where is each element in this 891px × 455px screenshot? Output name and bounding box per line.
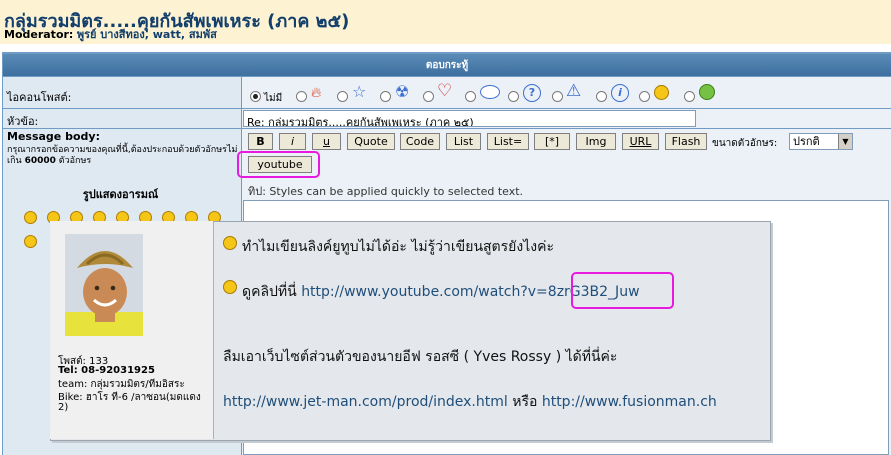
font-size-select[interactable]: ปรกติ ▼ <box>789 133 853 150</box>
avatar-image <box>65 234 143 336</box>
warning-icon: ⚠︎ <box>566 81 582 101</box>
author-tel: Tel: 08-92031925 <box>58 365 155 376</box>
fusionman-link[interactable]: http://www.fusionman.ch <box>542 394 717 410</box>
icon-radio-thought[interactable] <box>465 91 476 102</box>
flash-button[interactable]: Flash <box>665 133 707 150</box>
author-bike-cont: 2) <box>58 402 69 413</box>
body-hint-number: 60000 <box>24 156 56 166</box>
italic-button[interactable]: i <box>279 133 306 150</box>
list-button[interactable]: List <box>446 133 481 150</box>
avatar[interactable] <box>65 234 143 336</box>
icon-radio-none[interactable] <box>250 91 261 102</box>
video-id-highlight <box>571 272 674 309</box>
table-header-title: ตอบกระทู้ <box>425 60 469 71</box>
icon-label: ไอคอนโพสต์: <box>7 91 72 104</box>
icon-radio-heart[interactable] <box>423 91 434 102</box>
radioactive-icon: ☢ <box>395 82 410 101</box>
smiley-icon[interactable] <box>24 235 37 248</box>
icon-radio-info[interactable] <box>596 91 607 102</box>
thought-bubble-icon <box>480 85 500 99</box>
code-button[interactable]: Code <box>400 133 440 150</box>
message-line-1: ทำไมเขียนลิงค์ยูทูบไม่ได้อ่ะ ไม่รู้ว่าเข… <box>242 239 554 255</box>
info-icon: i <box>611 84 629 102</box>
jetman-link[interactable]: http://www.jet-man.com/prod/index.html <box>223 394 508 410</box>
heart-icon: ♡ <box>437 81 453 101</box>
icon-radio-flame[interactable] <box>296 91 307 102</box>
body-label: Message body: <box>7 130 100 143</box>
smileys-label: รูปแสดงอารมณ์ <box>82 188 159 201</box>
font-size-label: ขนาดตัวอักษร: <box>712 138 778 149</box>
wink-icon <box>654 85 669 100</box>
chevron-down-icon[interactable]: ▼ <box>838 134 852 149</box>
smiley-icon[interactable] <box>24 211 37 224</box>
youtube-highlight <box>237 151 320 178</box>
message-line-4: http://www.jet-man.com/prod/index.html ห… <box>223 391 717 413</box>
list-ordered-button[interactable]: List= <box>487 133 529 150</box>
icon-none-label: ไม่มี <box>264 93 283 104</box>
url-button[interactable]: URL <box>622 133 659 150</box>
star-icon: ☆ <box>352 82 367 101</box>
youtube-link[interactable]: http://www.youtube.com/watch?v= <box>301 284 548 300</box>
underline-button[interactable]: u <box>312 133 341 150</box>
quote-button[interactable]: Quote <box>347 133 395 150</box>
flame-icon: 🔥︎ <box>311 85 322 101</box>
subject-label-cell <box>3 109 241 128</box>
bold-button[interactable]: B <box>248 133 273 150</box>
icon-radio-laugh[interactable] <box>684 91 695 102</box>
question-icon: ? <box>523 84 541 102</box>
img-button[interactable]: Img <box>576 133 616 150</box>
smiley-icon <box>223 236 237 250</box>
moderator-label: Moderator: <box>4 28 74 41</box>
message-line-3: ลืมเอาเว็บไซต์ส่วนตัวของนายอีฟ รอสซี ( Y… <box>223 349 618 365</box>
wink-icon <box>223 280 237 294</box>
body-hint-suffix: ตัวอักษร <box>58 156 92 166</box>
icon-radio-star[interactable] <box>337 91 348 102</box>
icon-radio-wink[interactable] <box>639 91 650 102</box>
moderator-line: Moderator: พูรย์ บางสีทอง, watt, สมพัส <box>4 25 217 43</box>
font-size-value: ปรกติ <box>793 135 820 148</box>
icon-radio-warning[interactable] <box>552 91 563 102</box>
subject-label: หัวข้อ: <box>7 115 39 128</box>
author-bike: Bike: ฮาโร ที-6 /ลาซอน(มดแดง <box>58 392 201 403</box>
body-hint: กรุณากรอกข้อความของคุณที่นี้,ต้องประกอบด… <box>7 145 239 167</box>
or-text: หรือ <box>512 394 538 410</box>
tip-text: ทิป: Styles can be applied quickly to se… <box>248 185 524 198</box>
moderator-names[interactable]: พูรย์ บางสีทอง, watt, สมพัส <box>77 28 217 41</box>
list-item-button[interactable]: [*] <box>534 133 570 150</box>
table-header: ตอบกระทู้ <box>3 54 891 76</box>
icon-radio-question[interactable] <box>508 91 519 102</box>
subject-input[interactable]: Re: กลุ่มรวมมิตร.....คุยกันสัพเพเหระ (ภา… <box>243 110 696 127</box>
laugh-icon <box>699 84 715 100</box>
message-line-2-prefix: ดูคลิปที่นี่ <box>242 284 297 300</box>
icon-radio-radioactive[interactable] <box>380 91 391 102</box>
